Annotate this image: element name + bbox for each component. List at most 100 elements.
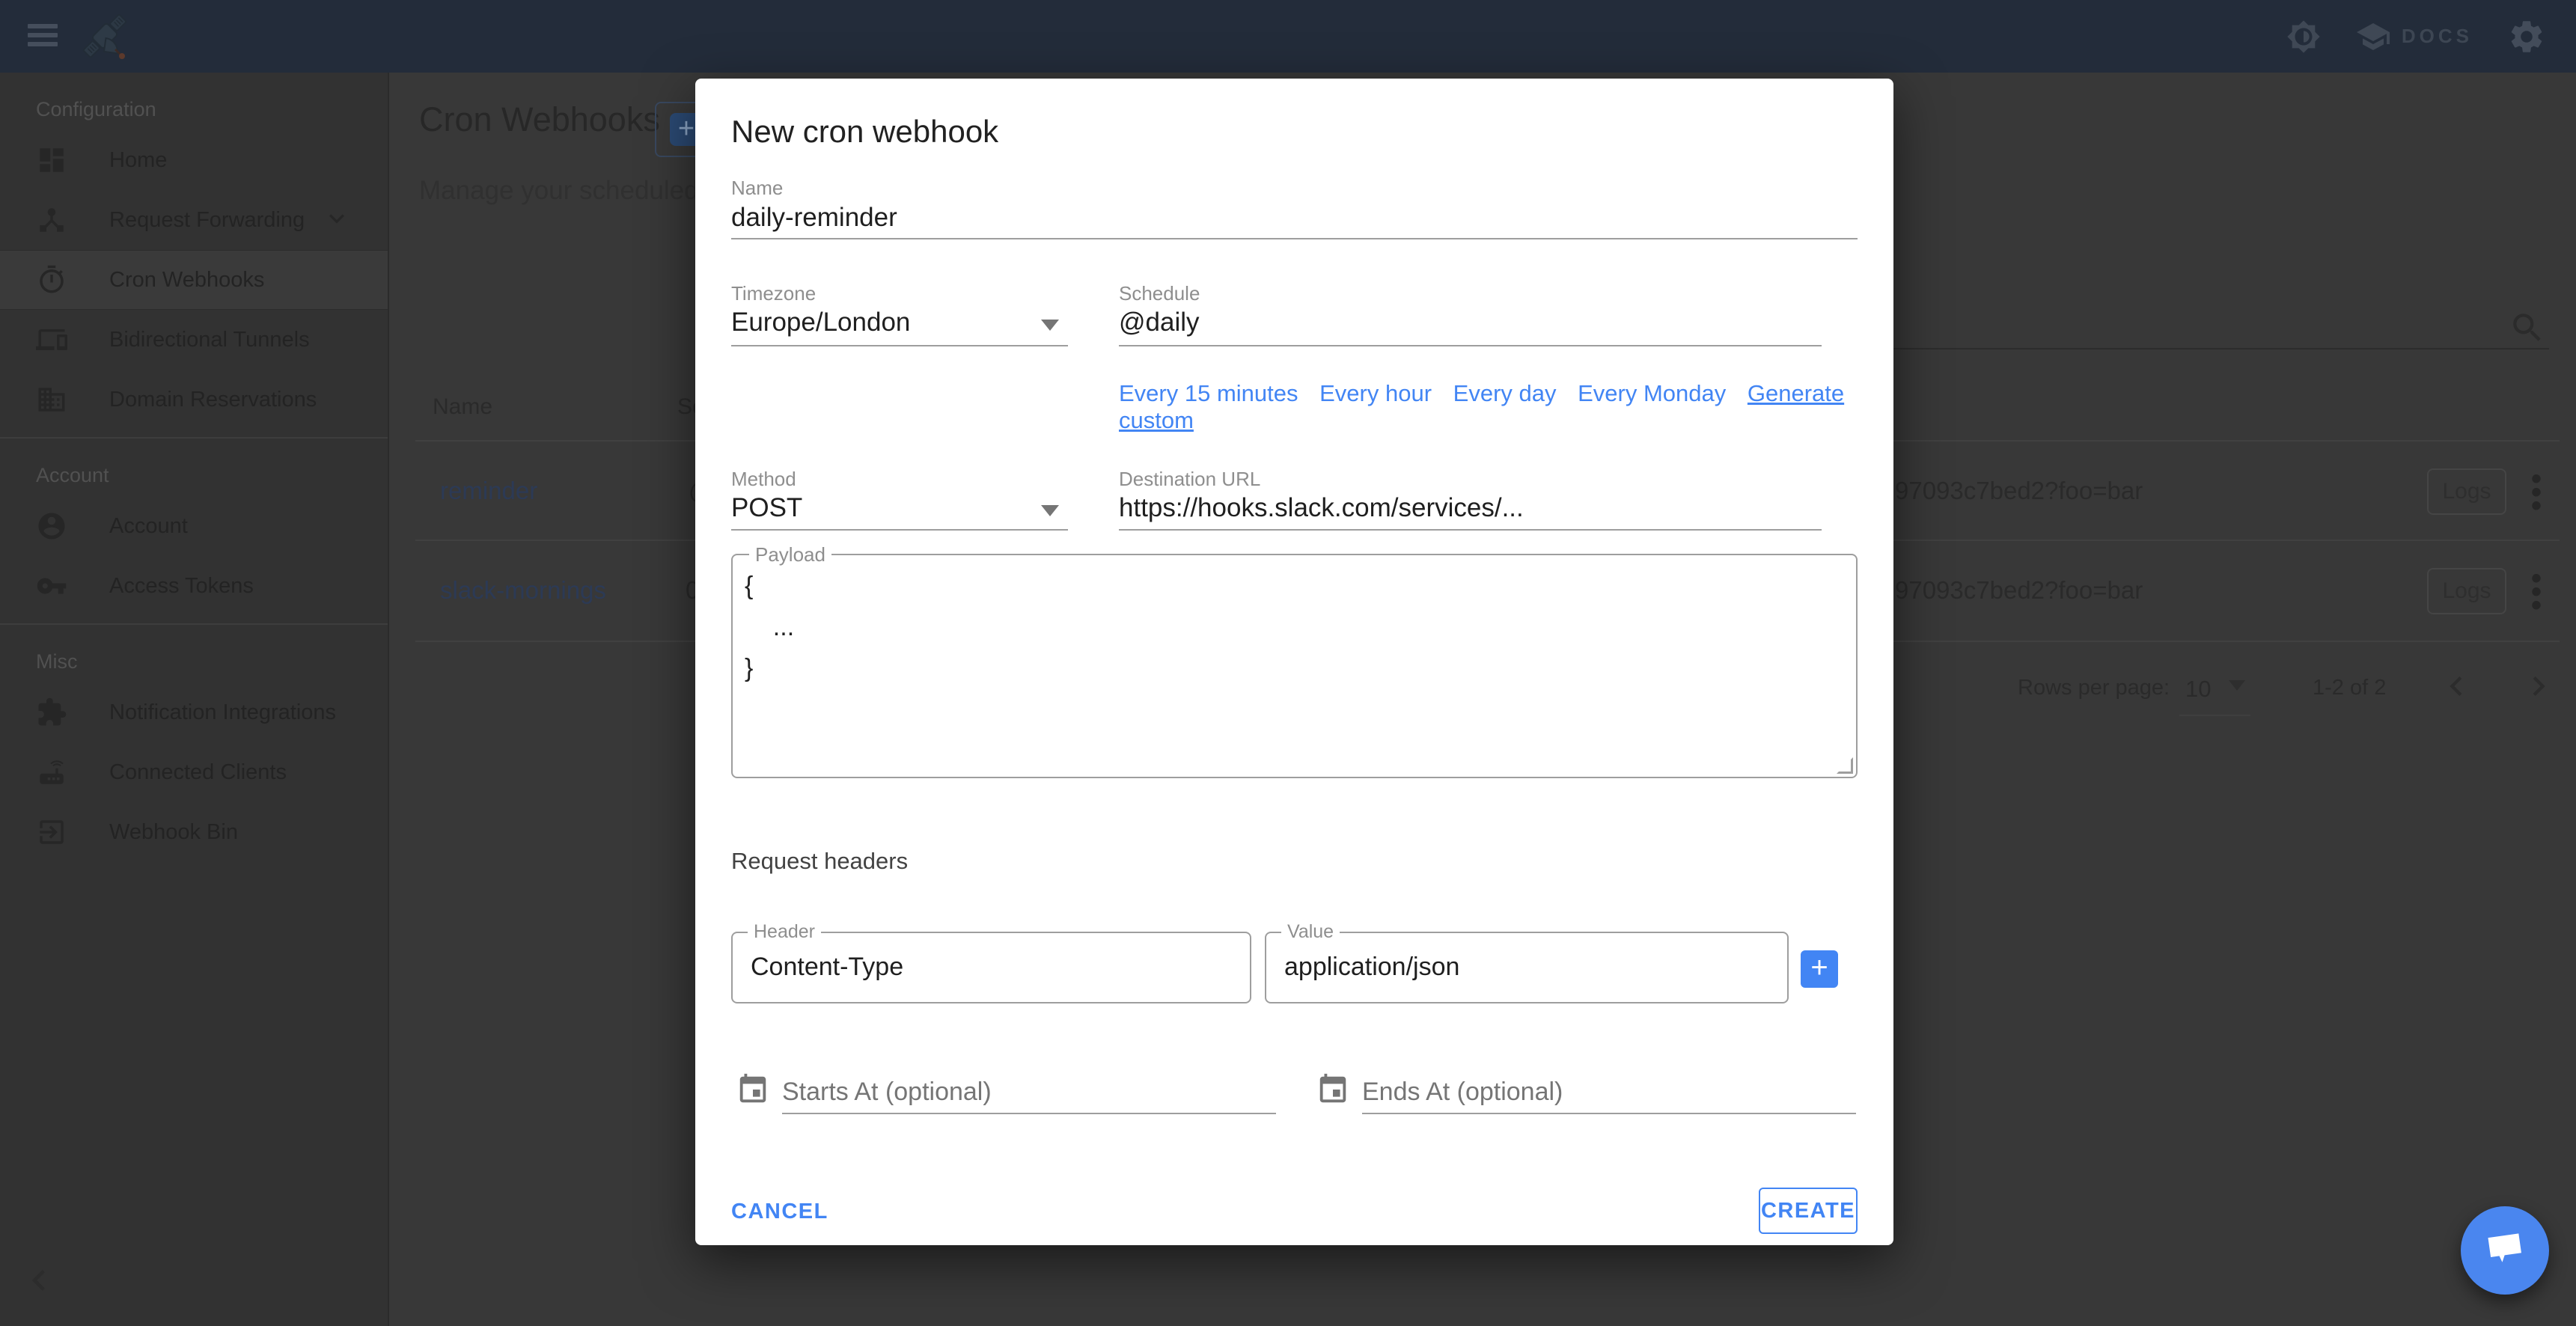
payload-textarea[interactable]: { ... } bbox=[733, 555, 1856, 777]
theme-brightness-icon[interactable] bbox=[2286, 19, 2321, 54]
timezone-label: Timezone bbox=[731, 282, 816, 305]
name-label: Name bbox=[731, 177, 783, 200]
method-caret-icon[interactable] bbox=[1041, 505, 1059, 516]
logs-button[interactable]: Logs bbox=[2427, 468, 2506, 515]
pagination-range: 1-2 of 2 bbox=[2313, 676, 2386, 700]
docs-button[interactable]: DOCS bbox=[2355, 19, 2473, 55]
header-input[interactable]: Content-Type bbox=[751, 953, 903, 982]
sidebar-section-configuration: Configuration bbox=[0, 73, 388, 130]
row-menu-icon[interactable]: ••• bbox=[2531, 472, 2542, 513]
name-underline bbox=[731, 238, 1858, 239]
schedule-input[interactable]: @daily bbox=[1119, 308, 1200, 337]
timezone-underline bbox=[731, 345, 1068, 346]
sidebar-item-domain-reservations[interactable]: Domain Reservations bbox=[0, 370, 388, 430]
dashboard-icon bbox=[36, 144, 67, 176]
sidebar-item-label: Home bbox=[109, 148, 167, 173]
method-select[interactable]: POST bbox=[731, 493, 802, 523]
sidebar-collapse-icon[interactable] bbox=[18, 1259, 60, 1305]
app-logo-satellite-icon bbox=[75, 6, 135, 70]
sidebar-item-webhook-bin[interactable]: Webhook Bin bbox=[0, 802, 388, 862]
timezone-caret-icon[interactable] bbox=[1041, 320, 1059, 331]
sidebar-item-account[interactable]: Account bbox=[0, 496, 388, 556]
sidebar-item-label: Request Forwarding bbox=[109, 208, 305, 233]
ends-at-underline bbox=[1362, 1113, 1856, 1114]
page-previous-icon[interactable] bbox=[2437, 667, 2476, 709]
page-title: Cron Webhooks bbox=[419, 100, 660, 139]
top-navbar: DOCS bbox=[0, 0, 2576, 73]
method-underline bbox=[731, 529, 1068, 531]
sidebar-nav: Configuration Home Request Forwarding Cr… bbox=[0, 73, 389, 1326]
logs-button[interactable]: Logs bbox=[2427, 568, 2506, 614]
rows-per-page-underline bbox=[2179, 715, 2250, 716]
value-input[interactable]: application/json bbox=[1284, 953, 1459, 982]
devices-icon bbox=[36, 324, 67, 355]
sidebar-item-label: Access Tokens bbox=[109, 574, 254, 599]
chat-widget-button[interactable] bbox=[2461, 1206, 2549, 1295]
menu-icon[interactable] bbox=[28, 19, 61, 52]
cron-name-link[interactable]: slack-mornings bbox=[440, 576, 606, 605]
calendar-icon[interactable] bbox=[1316, 1072, 1350, 1110]
rows-per-page-label: Rows per page: bbox=[2018, 676, 2170, 700]
sidebar-item-bidirectional-tunnels[interactable]: Bidirectional Tunnels bbox=[0, 310, 388, 370]
ends-at-input[interactable]: Ends At (optional) bbox=[1362, 1078, 1563, 1107]
header-name-field[interactable]: Header Content-Type bbox=[731, 932, 1251, 1003]
preset-every-hour[interactable]: Every hour bbox=[1319, 380, 1432, 406]
request-headers-title: Request headers bbox=[731, 848, 908, 875]
cron-url-cell: 97093c7bed2?foo=bar bbox=[1895, 576, 2143, 605]
schedule-underline bbox=[1119, 345, 1822, 346]
preset-every-day[interactable]: Every day bbox=[1453, 380, 1557, 406]
sidebar-item-home[interactable]: Home bbox=[0, 130, 388, 190]
rows-per-page-caret-icon[interactable] bbox=[2229, 680, 2245, 691]
destination-url-underline bbox=[1119, 529, 1822, 531]
page-next-icon[interactable] bbox=[2519, 667, 2558, 709]
school-icon bbox=[2355, 19, 2391, 55]
value-label: Value bbox=[1281, 921, 1340, 943]
sidebar-item-notification-integrations[interactable]: Notification Integrations bbox=[0, 682, 388, 742]
cron-url-cell: 97093c7bed2?foo=bar bbox=[1895, 477, 2143, 505]
schedule-label: Schedule bbox=[1119, 282, 1200, 305]
docs-label: DOCS bbox=[2402, 25, 2473, 48]
sidebar-item-access-tokens[interactable]: Access Tokens bbox=[0, 556, 388, 616]
sidebar-item-label: Account bbox=[109, 514, 188, 539]
dialog-title: New cron webhook bbox=[731, 114, 998, 150]
sidebar-item-label: Connected Clients bbox=[109, 760, 287, 785]
destination-url-input[interactable]: https://hooks.slack.com/services/... bbox=[1119, 493, 1524, 523]
settings-gear-icon[interactable] bbox=[2507, 17, 2546, 56]
exit-to-app-icon bbox=[36, 816, 67, 848]
chevron-down-icon bbox=[322, 204, 352, 237]
page-subtitle: Manage your scheduled we bbox=[419, 176, 739, 206]
starts-at-input[interactable]: Starts At (optional) bbox=[782, 1078, 992, 1107]
payload-fieldset: Payload { ... } bbox=[731, 554, 1858, 778]
destination-url-label: Destination URL bbox=[1119, 468, 1260, 491]
router-icon bbox=[36, 757, 67, 788]
header-value-field[interactable]: Value application/json bbox=[1265, 932, 1789, 1003]
name-input[interactable]: daily-reminder bbox=[731, 203, 897, 233]
payload-label: Payload bbox=[749, 543, 831, 566]
domain-icon bbox=[36, 384, 67, 415]
cancel-button[interactable]: CANCEL bbox=[731, 1200, 828, 1224]
rows-per-page-value[interactable]: 10 bbox=[2185, 676, 2211, 703]
row-menu-icon[interactable]: ••• bbox=[2531, 572, 2542, 612]
cron-name-link[interactable]: reminder bbox=[440, 477, 537, 505]
search-icon bbox=[2509, 309, 2546, 350]
schedule-presets: Every 15 minutes Every hour Every day Ev… bbox=[1119, 380, 1893, 434]
method-label: Method bbox=[731, 468, 796, 491]
sidebar-item-request-forwarding[interactable]: Request Forwarding bbox=[0, 190, 388, 250]
table-header-name: Name bbox=[433, 394, 492, 420]
extension-puzzle-icon bbox=[36, 697, 67, 728]
new-cron-webhook-dialog: New cron webhook Name daily-reminder Tim… bbox=[695, 79, 1893, 1245]
sidebar-section-account: Account bbox=[0, 439, 388, 496]
preset-every-15-minutes[interactable]: Every 15 minutes bbox=[1119, 380, 1298, 406]
key-icon bbox=[36, 570, 67, 602]
header-label: Header bbox=[748, 921, 821, 943]
create-button[interactable]: CREATE bbox=[1759, 1188, 1858, 1234]
sidebar-item-connected-clients[interactable]: Connected Clients bbox=[0, 742, 388, 802]
timezone-select[interactable]: Europe/London bbox=[731, 308, 910, 337]
preset-every-monday[interactable]: Every Monday bbox=[1578, 380, 1726, 406]
hub-icon bbox=[36, 204, 67, 236]
calendar-icon[interactable] bbox=[736, 1072, 770, 1110]
timer-icon bbox=[36, 264, 67, 296]
sidebar-item-cron-webhooks[interactable]: Cron Webhooks bbox=[0, 250, 388, 310]
add-header-button[interactable]: + bbox=[1801, 950, 1838, 988]
sidebar-section-misc: Misc bbox=[0, 625, 388, 682]
